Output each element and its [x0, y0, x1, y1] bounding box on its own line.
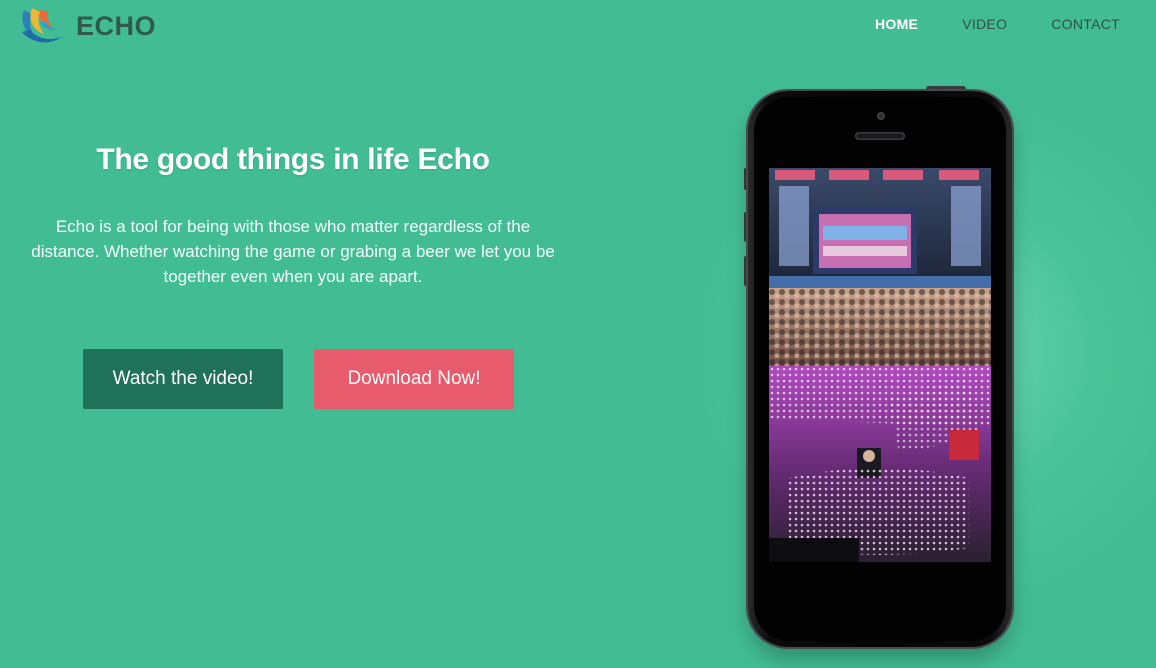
nav-video[interactable]: VIDEO: [962, 16, 1007, 32]
brand-logo[interactable]: ECHO: [18, 4, 156, 48]
echo-logo-icon: [22, 8, 62, 43]
watch-video-button[interactable]: Watch the video!: [83, 349, 283, 409]
earpiece-speaker: [855, 132, 905, 140]
hero-title: The good things in life Echo: [96, 143, 490, 176]
front-camera-icon: [877, 112, 885, 120]
phone-screen-image: [769, 168, 991, 562]
nav-contact[interactable]: CONTACT: [1051, 16, 1120, 32]
download-now-button[interactable]: Download Now!: [314, 349, 514, 409]
home-button: [859, 593, 901, 635]
nav-home[interactable]: HOME: [875, 16, 918, 32]
hero-description: Echo is a tool for being with those who …: [31, 217, 555, 286]
concert-photo-icon: [769, 168, 991, 562]
brand-name: ECHO: [76, 10, 157, 41]
main-nav: HOME VIDEO CONTACT: [831, 16, 1120, 32]
